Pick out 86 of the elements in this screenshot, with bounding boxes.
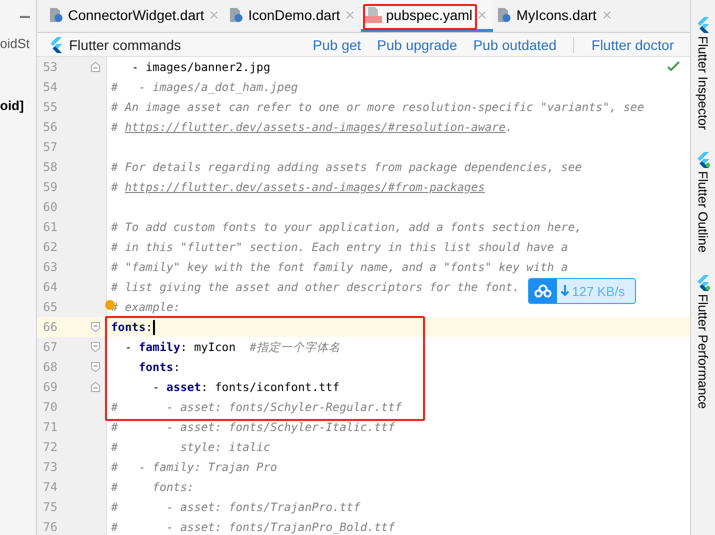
code-line: # - family: Trajan Pro <box>111 459 278 476</box>
code-line: - images/banner2.jpg <box>130 59 270 76</box>
close-icon[interactable] <box>476 8 488 20</box>
close-icon[interactable] <box>208 8 220 20</box>
line-number: 60 <box>42 199 58 216</box>
line-number: 53 <box>42 59 58 76</box>
code-line: fonts: <box>138 359 180 376</box>
speed-text: 127 KB/s <box>572 284 625 298</box>
code-line: # in this "flutter" section. Each entry in this list should have a <box>111 239 568 256</box>
line-number: 55 <box>42 99 58 116</box>
toolbar-link[interactable]: Pub get <box>312 36 362 52</box>
file-tab[interactable]: IconDemo.dart <box>225 0 362 32</box>
line-number: 56 <box>42 119 58 136</box>
code-line: # list giving the asset and other descriptors for the font. <box>111 279 520 296</box>
code-line: - asset: fonts/iconfont.ttf <box>152 379 340 396</box>
line-number: 74 <box>42 479 58 496</box>
line-number: 70 <box>42 399 58 416</box>
project-tree-item[interactable]: oidSt <box>0 33 36 51</box>
dart-file-icon <box>48 6 64 22</box>
line-number: 66 <box>37 317 85 337</box>
code-line: # https://flutter.dev/assets-and-images/#resolution-aware. <box>111 119 513 136</box>
close-icon[interactable] <box>600 8 613 20</box>
code-line: fonts: <box>111 319 153 336</box>
code-line: # - asset: fonts/Schyler-Italic.ttf <box>111 419 395 436</box>
download-arrow-icon <box>561 285 569 297</box>
line-number: 75 <box>42 499 58 516</box>
toolbar-link[interactable]: Pub upgrade <box>377 36 458 52</box>
toolbar-link[interactable]: Pub outdated <box>473 36 557 52</box>
fold-marker-icon[interactable] <box>91 342 100 352</box>
fold-marker-icon[interactable] <box>91 382 100 392</box>
code-line: # style: italic <box>111 439 270 456</box>
tab-label: MyIcons.dart <box>516 6 597 22</box>
file-tab[interactable]: MyIcons.dart <box>493 0 618 32</box>
line-number: 73 <box>42 459 58 476</box>
line-number: 71 <box>42 419 58 436</box>
cloud-icon <box>534 284 552 298</box>
check-icon <box>667 61 680 72</box>
code-line: # "family" key with the font family name, and a "fonts" key with a <box>111 259 568 276</box>
code-line: # To add custom fonts to your application, add a fonts section here, <box>111 219 582 236</box>
code-line: # An image asset can refer to one or more resolution-specific "variants", see <box>111 99 644 116</box>
fold-marker-icon[interactable] <box>91 322 100 332</box>
code-line: # For details regarding adding assets from package dependencies, see <box>111 159 582 176</box>
fold-marker-icon[interactable] <box>91 362 100 372</box>
yaml-file-icon <box>364 6 382 22</box>
line-number: 54 <box>42 79 58 96</box>
line-number: 67 <box>42 339 58 356</box>
line-number: 64 <box>42 279 58 296</box>
text-cursor <box>152 320 155 334</box>
line-number: 63 <box>42 259 58 276</box>
tab-label: pubspec.yaml <box>386 6 472 22</box>
minimize-icon[interactable] <box>20 16 30 18</box>
file-tab[interactable]: pubspec.yaml <box>361 0 494 32</box>
dart-file-icon <box>496 6 512 22</box>
code-line: # fonts: <box>111 479 194 496</box>
line-number: 61 <box>42 219 58 236</box>
line-number: 57 <box>42 139 58 156</box>
line-number: 65 <box>42 299 58 316</box>
flutter-icon <box>696 17 710 33</box>
code-line: # - asset: fonts/TrajanPro.ttf <box>111 499 360 516</box>
code-line: # - images/a_dot_ham.jpeg <box>111 79 298 96</box>
tool-window-tab[interactable]: Flutter Outline <box>696 152 710 253</box>
flutter-icon <box>696 152 710 168</box>
tool-window-tab[interactable]: Flutter Performance <box>696 274 710 408</box>
dart-file-icon <box>228 6 244 22</box>
toolbar-link[interactable]: Flutter doctor <box>592 36 674 52</box>
line-number: 58 <box>42 159 58 176</box>
project-tree-item[interactable]: oid] <box>0 55 36 113</box>
code-line: - family: myIcon #指定一个字体名 <box>124 338 340 356</box>
line-number: 76 <box>42 519 58 535</box>
line-number: 59 <box>42 179 58 196</box>
close-icon[interactable] <box>344 8 356 20</box>
code-line: # - asset: fonts/Schyler-Regular.ttf <box>111 399 402 416</box>
fold-marker-icon[interactable] <box>91 62 100 72</box>
flutter-icon <box>49 36 63 52</box>
line-number: 72 <box>42 439 58 456</box>
file-tab[interactable]: ConnectorWidget.dart <box>45 0 226 32</box>
flutter-icon <box>696 274 710 291</box>
tab-label: ConnectorWidget.dart <box>68 6 204 22</box>
code-line: # https://flutter.dev/assets-and-images/#from-packages <box>111 179 485 196</box>
tool-window-tab[interactable]: Flutter Inspector <box>696 17 710 130</box>
line-number: 69 <box>42 379 58 396</box>
tab-label: IconDemo.dart <box>248 6 340 22</box>
line-number: 62 <box>42 239 58 256</box>
toolbar-title: Flutter commands <box>69 36 182 52</box>
code-line: # - asset: fonts/TrajanPro_Bold.ttf <box>111 519 395 535</box>
line-number: 68 <box>42 359 58 376</box>
